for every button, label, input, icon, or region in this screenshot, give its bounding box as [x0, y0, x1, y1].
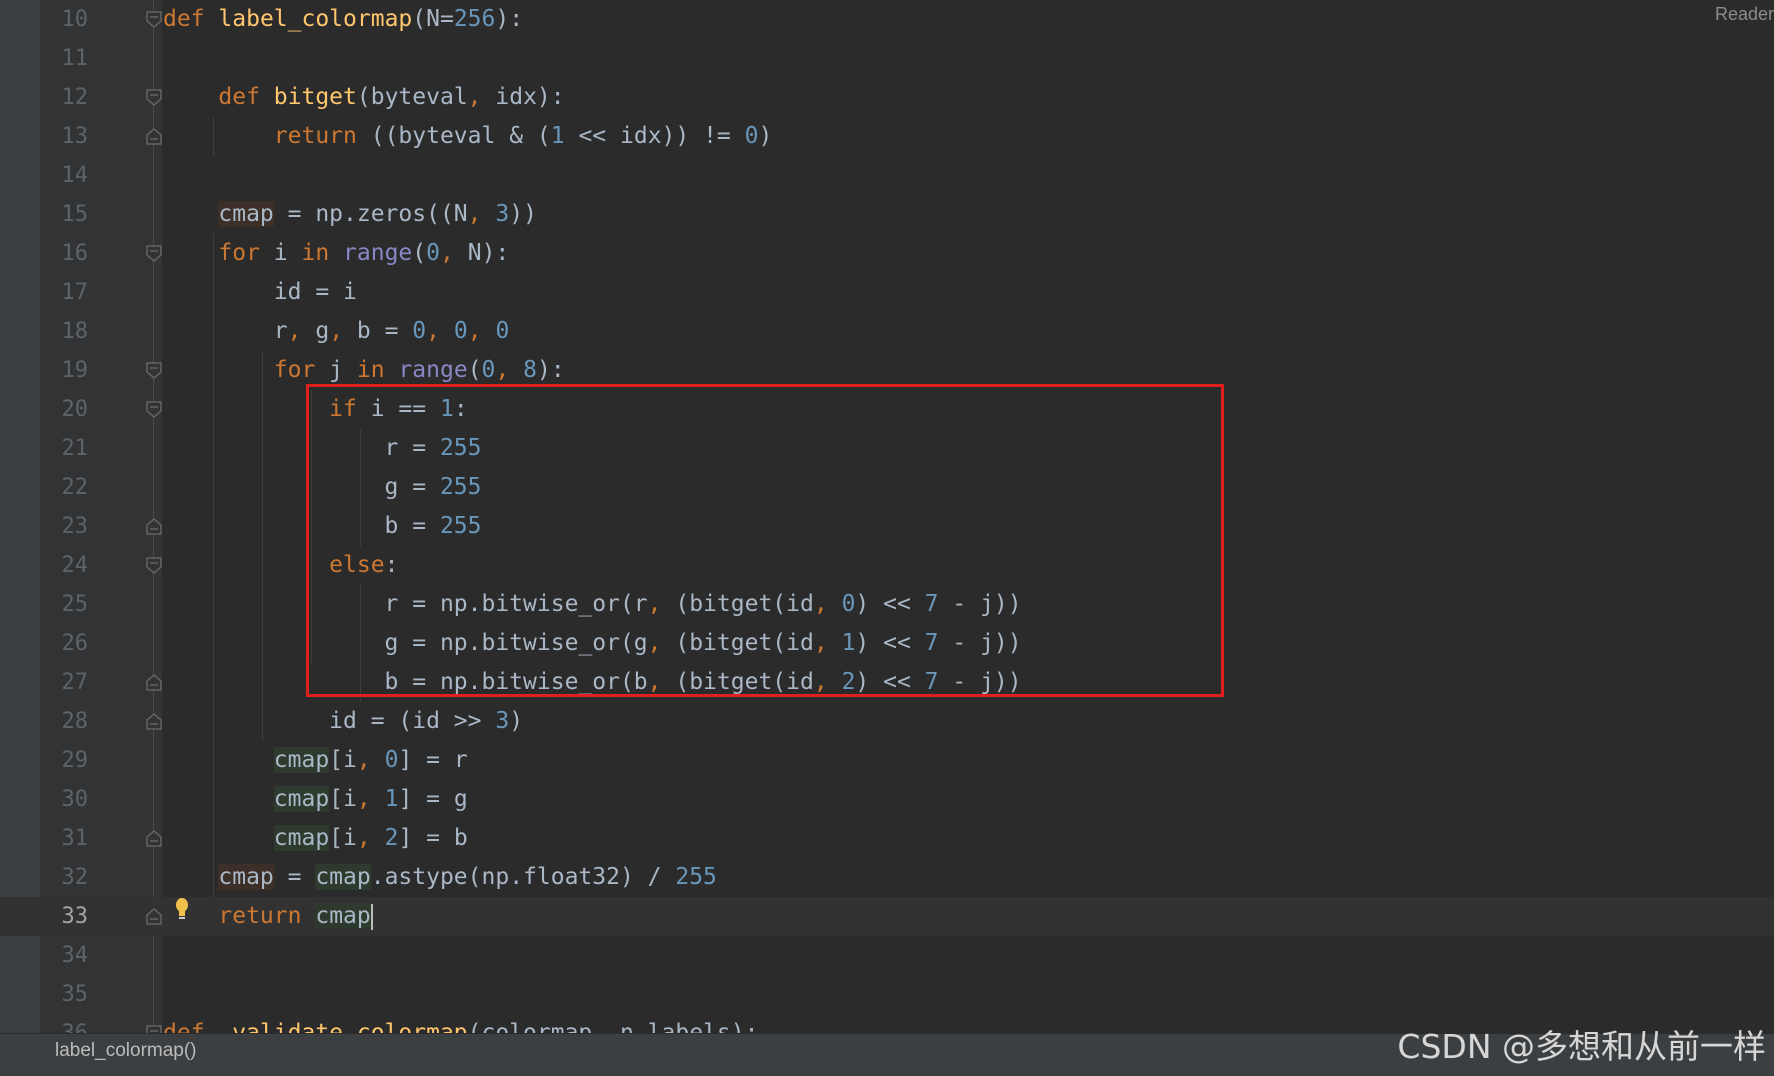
line-number[interactable]: 15	[40, 195, 89, 234]
code-line-30[interactable]: 30 cmap[i, 1] = g	[0, 780, 1774, 819]
line-number[interactable]: 21	[40, 429, 89, 468]
line-number[interactable]: 11	[40, 39, 89, 78]
fold-end-icon[interactable]	[146, 674, 162, 691]
code-line-13[interactable]: 13 return ((byteval & (1 << idx)) != 0)	[0, 117, 1774, 156]
line-number[interactable]: 22	[40, 468, 89, 507]
line-number[interactable]: 27	[40, 663, 89, 702]
code-text[interactable]: id = (id >> 3)	[163, 702, 523, 741]
code-text[interactable]: def label_colormap(N=256):	[163, 0, 523, 39]
code-line-11[interactable]: 11	[0, 39, 1774, 78]
fold-end-icon[interactable]	[146, 830, 162, 847]
lightbulb-icon[interactable]	[175, 897, 189, 923]
line-number[interactable]: 24	[40, 546, 89, 585]
code-line-17[interactable]: 17 id = i	[0, 273, 1774, 312]
fold-end-icon[interactable]	[146, 128, 162, 145]
line-number[interactable]: 12	[40, 78, 89, 117]
fold-end-icon[interactable]	[146, 518, 162, 535]
line-number[interactable]: 19	[40, 351, 89, 390]
fold-open-icon[interactable]	[146, 245, 162, 262]
code-line-15[interactable]: 15 cmap = np.zeros((N, 3))	[0, 195, 1774, 234]
reader-mode-button[interactable]: Reader	[1715, 4, 1774, 25]
line-number[interactable]: 10	[40, 0, 89, 39]
fold-open-icon[interactable]	[146, 362, 162, 379]
indent-guide	[213, 117, 214, 156]
code-text[interactable]: cmap = cmap.astype(np.float32) / 255	[163, 858, 717, 897]
fold-end-icon[interactable]	[146, 908, 162, 925]
code-line-29[interactable]: 29 cmap[i, 0] = r	[0, 741, 1774, 780]
code-line-18[interactable]: 18 r, g, b = 0, 0, 0	[0, 312, 1774, 351]
breadcrumb[interactable]: label_colormap()	[55, 1040, 197, 1062]
code-text[interactable]: cmap[i, 1] = g	[163, 780, 468, 819]
fold-open-icon[interactable]	[146, 401, 162, 418]
line-number[interactable]: 33	[40, 897, 89, 936]
code-text[interactable]: cmap[i, 2] = b	[163, 819, 468, 858]
indent-guide	[262, 351, 263, 741]
code-text[interactable]: return ((byteval & (1 << idx)) != 0)	[163, 117, 773, 156]
line-number[interactable]: 29	[40, 741, 89, 780]
line-number[interactable]: 13	[40, 117, 89, 156]
fold-end-icon[interactable]	[146, 713, 162, 730]
code-line-33[interactable]: 33 return cmap	[0, 897, 1774, 936]
code-line-12[interactable]: 12 def bitget(byteval, idx):	[0, 78, 1774, 117]
code-line-34[interactable]: 34	[0, 936, 1774, 975]
line-number[interactable]: 35	[40, 975, 89, 1014]
code-text[interactable]: return cmap	[163, 897, 373, 936]
line-number[interactable]: 31	[40, 819, 89, 858]
code-text[interactable]: for i in range(0, N):	[163, 234, 509, 273]
code-line-10[interactable]: 10 def label_colormap(N=256):	[0, 0, 1774, 39]
line-number[interactable]: 34	[40, 936, 89, 975]
code-line-28[interactable]: 28 id = (id >> 3)	[0, 702, 1774, 741]
line-number[interactable]: 32	[40, 858, 89, 897]
line-number[interactable]: 20	[40, 390, 89, 429]
fold-open-icon[interactable]	[146, 11, 162, 28]
code-line-16[interactable]: 16 for i in range(0, N):	[0, 234, 1774, 273]
code-line-31[interactable]: 31 cmap[i, 2] = b	[0, 819, 1774, 858]
line-number[interactable]: 30	[40, 780, 89, 819]
line-number[interactable]: 16	[40, 234, 89, 273]
code-line-14[interactable]: 14	[0, 156, 1774, 195]
indent-guide	[213, 234, 214, 897]
line-number[interactable]: 25	[40, 585, 89, 624]
code-line-32[interactable]: 32 cmap = cmap.astype(np.float32) / 255	[0, 858, 1774, 897]
code-text[interactable]: def bitget(byteval, idx):	[163, 78, 564, 117]
fold-open-icon[interactable]	[146, 89, 162, 106]
highlight-annotation-box	[306, 384, 1224, 697]
line-number[interactable]: 18	[40, 312, 89, 351]
fold-open-icon[interactable]	[146, 557, 162, 574]
line-number[interactable]: 28	[40, 702, 89, 741]
watermark: CSDN @多想和从前一样	[1397, 1027, 1766, 1066]
line-number[interactable]: 17	[40, 273, 89, 312]
code-line-35[interactable]: 35	[0, 975, 1774, 1014]
line-number[interactable]: 14	[40, 156, 89, 195]
code-text[interactable]: cmap[i, 0] = r	[163, 741, 468, 780]
code-text[interactable]: cmap = np.zeros((N, 3))	[163, 195, 537, 234]
line-number[interactable]: 26	[40, 624, 89, 663]
code-text[interactable]: r, g, b = 0, 0, 0	[163, 312, 510, 351]
line-number[interactable]: 23	[40, 507, 89, 546]
code-text[interactable]: id = i	[163, 273, 357, 312]
